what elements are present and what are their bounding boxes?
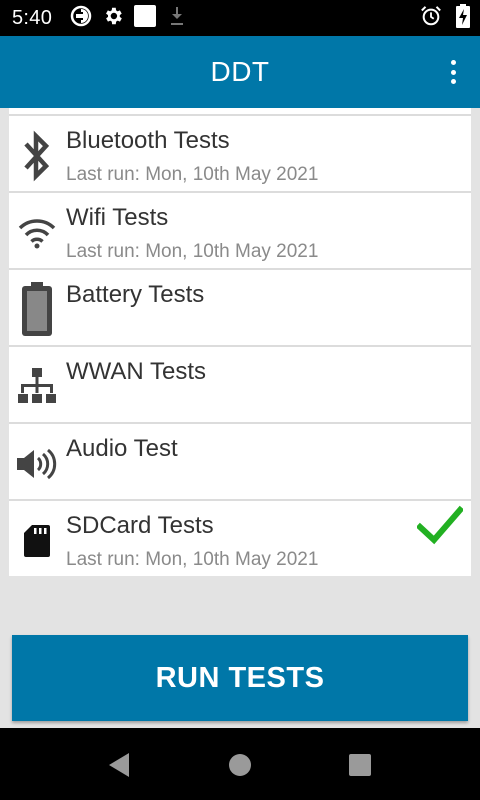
navigation-bar	[0, 728, 480, 800]
test-title: Bluetooth Tests	[66, 127, 230, 155]
test-title: WWAN Tests	[66, 358, 206, 386]
back-icon[interactable]	[106, 752, 132, 778]
data-saver-icon	[70, 5, 92, 32]
test-row-battery[interactable]: Battery Tests	[9, 270, 471, 347]
test-row-bluetooth[interactable]: Bluetooth Tests Last run: Mon, 10th May …	[9, 116, 471, 193]
test-row-sdcard[interactable]: SDCard Tests Last run: Mon, 10th May 202…	[9, 501, 471, 576]
status-bar: 5:40	[0, 0, 480, 36]
square-notification-icon	[134, 5, 156, 32]
test-row-wwan[interactable]: WWAN Tests	[9, 347, 471, 424]
test-title: Wifi Tests	[66, 204, 168, 232]
test-row-audio[interactable]: Audio Test	[9, 424, 471, 501]
run-tests-button[interactable]: RUN TESTS	[12, 635, 468, 721]
recents-icon[interactable]	[347, 752, 373, 778]
battery-charging-icon	[456, 4, 470, 33]
overflow-menu-icon[interactable]	[446, 58, 460, 86]
status-icons-right	[420, 6, 470, 30]
wifi-icon	[15, 207, 59, 259]
test-last-run: Last run: Mon, 10th May 2021	[66, 241, 318, 263]
home-icon[interactable]	[227, 752, 253, 778]
test-title: SDCard Tests	[66, 512, 214, 540]
sdcard-icon	[15, 515, 59, 567]
download-icon	[166, 5, 188, 32]
test-title: Audio Test	[66, 435, 178, 463]
test-row-wifi[interactable]: Wifi Tests Last run: Mon, 10th May 2021	[9, 193, 471, 270]
app-title: DDT	[0, 56, 480, 88]
test-list: Bluetooth Tests Last run: Mon, 10th May …	[9, 108, 471, 576]
battery-icon	[15, 284, 59, 336]
speaker-icon	[15, 438, 59, 490]
settings-gear-icon	[102, 5, 124, 32]
status-time: 5:40	[12, 7, 52, 30]
alarm-clock-icon	[420, 5, 442, 32]
app-bar: DDT	[0, 36, 480, 108]
status-icons-left	[70, 6, 188, 30]
test-title: Battery Tests	[66, 281, 204, 309]
test-last-run: Last run: Mon, 10th May 2021	[66, 549, 318, 571]
network-icon	[15, 361, 59, 413]
test-last-run: Last run: Mon, 10th May 2021	[66, 164, 318, 186]
checkmark-icon	[417, 505, 463, 545]
bluetooth-icon	[15, 130, 59, 182]
